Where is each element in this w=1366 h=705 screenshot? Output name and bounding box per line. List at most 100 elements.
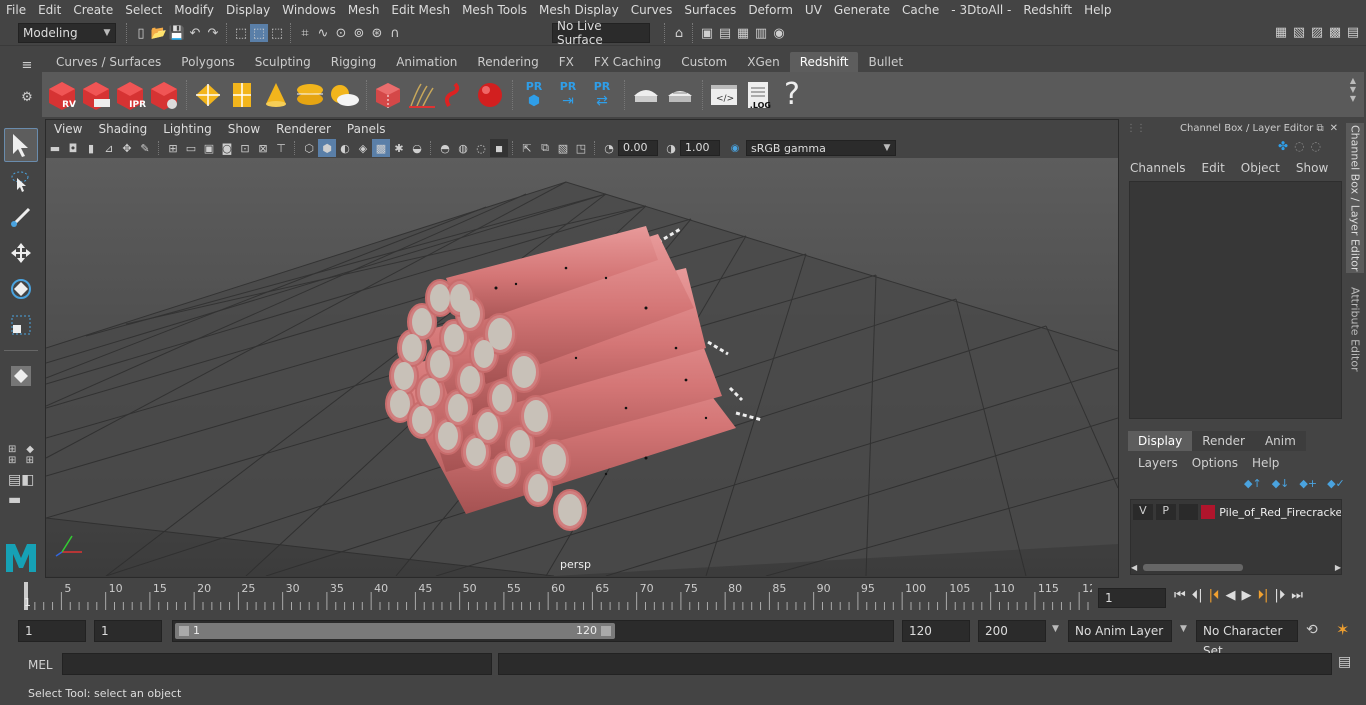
render-view-icon[interactable]: ▣ — [698, 24, 716, 42]
2d-pan-icon[interactable]: ✥ — [118, 139, 136, 157]
tab-rendering[interactable]: Rendering — [467, 52, 548, 72]
chevron-down-icon[interactable]: ▼ — [1052, 624, 1059, 634]
scroll-left-icon[interactable]: ◀ — [1131, 563, 1137, 572]
isolate-icon[interactable]: ◾ — [490, 139, 508, 157]
menu-windows[interactable]: Windows — [276, 3, 342, 17]
le-menu-layers[interactable]: Layers — [1138, 456, 1178, 470]
tab-render[interactable]: Render — [1192, 431, 1255, 451]
animation-end-field[interactable]: 200 — [978, 620, 1046, 642]
tab-bullet[interactable]: Bullet — [858, 52, 913, 72]
menu-redshift[interactable]: Redshift — [1017, 3, 1078, 17]
snap-view-icon[interactable]: ⊚ — [350, 24, 368, 42]
eye-icon[interactable]: ◆ — [26, 444, 34, 455]
redshift-settings-button[interactable] — [148, 78, 180, 112]
rs-log-button[interactable]: .LOG — [742, 78, 774, 112]
step-forward-frame-icon[interactable]: ⏵| — [1257, 588, 1268, 603]
textured-icon[interactable]: ◈ — [354, 139, 372, 157]
image-plane-icon[interactable]: ⊿ — [100, 139, 118, 157]
render-settings-icon[interactable]: ▥ — [752, 24, 770, 42]
tab-fx[interactable]: FX — [549, 52, 584, 72]
safe-title-icon[interactable]: ⊤ — [272, 139, 290, 157]
xray-joints-icon[interactable]: ◍ — [454, 139, 472, 157]
select-component-icon[interactable]: ⬚ — [268, 24, 286, 42]
attribute-editor-icon[interactable]: ▨ — [1308, 23, 1326, 41]
select-camera-icon[interactable]: ⇱ — [518, 139, 536, 157]
rs-light-area-button[interactable] — [226, 78, 258, 112]
rs-bake-set-button[interactable] — [664, 78, 696, 112]
vp-menu-show[interactable]: Show — [220, 122, 268, 136]
step-back-key-icon[interactable]: ⏴| — [1192, 588, 1203, 603]
rs-bake-button[interactable] — [630, 78, 662, 112]
resolution-gate-icon[interactable]: ▣ — [200, 139, 218, 157]
tab-curves-surfaces[interactable]: Curves / Surfaces — [46, 52, 171, 72]
tab-custom[interactable]: Custom — [671, 52, 737, 72]
tab-redshift[interactable]: Redshift — [789, 52, 859, 72]
tab-anim[interactable]: Anim — [1254, 431, 1306, 451]
exposure-field[interactable]: 0.00 — [618, 140, 658, 156]
scroll-right-icon[interactable]: ▶ — [1335, 563, 1341, 572]
layer-color-swatch[interactable] — [1201, 505, 1216, 519]
tab-sculpting[interactable]: Sculpting — [245, 52, 321, 72]
menu-3dtoall[interactable]: - 3DtoAll - — [945, 3, 1017, 17]
redshift-ipr-button[interactable]: IPR — [114, 78, 146, 112]
scroll-down-icon[interactable]: ▼ — [1346, 85, 1360, 94]
shelf-options-icon[interactable]: ▼ — [1346, 94, 1360, 103]
safe-action-icon[interactable]: ⊠ — [254, 139, 272, 157]
tab-polygons[interactable]: Polygons — [171, 52, 244, 72]
animation-start-field[interactable]: 1 — [18, 620, 86, 642]
script-editor-icon[interactable]: ▤ — [1338, 654, 1351, 670]
vp-menu-lighting[interactable]: Lighting — [155, 122, 220, 136]
snap-curve-icon[interactable]: ∿ — [314, 24, 332, 42]
viewport-canvas[interactable]: persp — [46, 158, 1118, 576]
save-scene-icon[interactable]: 💾 — [168, 24, 186, 42]
range-min-grip[interactable] — [179, 626, 189, 636]
layer-visibility-toggle[interactable]: V — [1133, 504, 1153, 520]
rs-light-spot-button[interactable] — [260, 78, 292, 112]
tab-channel-box-layer-editor[interactable]: Channel Box / Layer Editor — [1346, 123, 1364, 273]
channel-list[interactable] — [1129, 181, 1342, 419]
menu-help[interactable]: Help — [1078, 3, 1117, 17]
close-icon[interactable]: ✕ — [1330, 123, 1338, 134]
move-layer-up-icon[interactable]: ◆↑ — [1244, 477, 1262, 490]
le-menu-help[interactable]: Help — [1252, 456, 1279, 470]
rs-curve-button[interactable] — [440, 78, 472, 112]
cb-menu-edit[interactable]: Edit — [1202, 161, 1225, 175]
wireframe-on-shaded-icon[interactable]: ◐ — [336, 139, 354, 157]
redo-icon[interactable]: ↷ — [204, 24, 222, 42]
vp-menu-shading[interactable]: Shading — [90, 122, 155, 136]
scroll-up-icon[interactable]: ▲ — [1346, 76, 1360, 85]
grid-icon[interactable]: ⊞ — [164, 139, 182, 157]
outliner-icon[interactable]: ▤ — [8, 472, 21, 488]
gamma-icon[interactable]: ◑ — [662, 139, 680, 157]
rs-pr-export-button[interactable]: PR ⇥ — [552, 78, 584, 112]
single-view-icon[interactable]: ⊞ — [8, 444, 16, 455]
camera-attr-icon[interactable]: ◘ — [64, 139, 82, 157]
rs-hair-button[interactable] — [406, 78, 438, 112]
lasso-tool-button[interactable] — [4, 164, 38, 198]
ambient-occlusion-icon[interactable]: ◒ — [408, 139, 426, 157]
menu-mesh-display[interactable]: Mesh Display — [533, 3, 625, 17]
modeling-toolkit-icon[interactable]: ▧ — [1290, 23, 1308, 41]
range-max-grip[interactable] — [601, 626, 611, 636]
tab-attribute-editor[interactable]: Attribute Editor — [1346, 279, 1364, 379]
grease-pencil-icon[interactable]: ✎ — [136, 139, 154, 157]
menu-modify[interactable]: Modify — [168, 3, 220, 17]
auto-key-icon[interactable]: ⟲ — [1306, 622, 1318, 638]
menu-deform[interactable]: Deform — [742, 3, 799, 17]
select-tool-button[interactable] — [4, 128, 38, 162]
manipulator-icon[interactable]: ✤ — [1278, 139, 1288, 155]
menu-create[interactable]: Create — [67, 3, 119, 17]
camera-icon[interactable]: ▬ — [46, 139, 64, 157]
film-gate-icon[interactable]: ▭ — [182, 139, 200, 157]
menu-surfaces[interactable]: Surfaces — [678, 3, 742, 17]
construction-history-icon[interactable]: ⌂ — [670, 24, 688, 42]
cb-menu-channels[interactable]: Channels — [1130, 161, 1186, 175]
open-scene-icon[interactable]: 📂 — [150, 24, 168, 42]
grid-view-icon[interactable]: ⊞ — [26, 455, 34, 466]
paint-select-tool-button[interactable] — [4, 200, 38, 234]
tab-animation[interactable]: Animation — [386, 52, 467, 72]
command-language-label[interactable]: MEL — [28, 658, 53, 672]
menu-curves[interactable]: Curves — [625, 3, 679, 17]
step-forward-key-icon[interactable]: |⏵ — [1274, 588, 1285, 603]
menu-mesh-tools[interactable]: Mesh Tools — [456, 3, 533, 17]
